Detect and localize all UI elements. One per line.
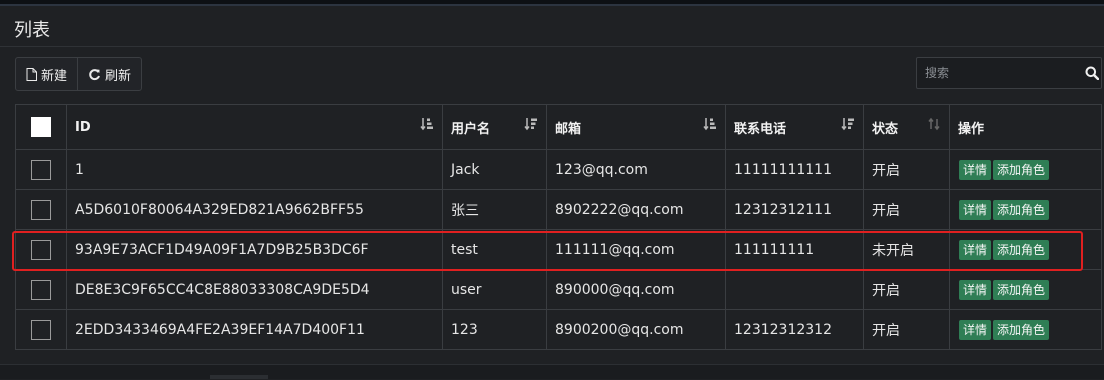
search-input[interactable] — [917, 59, 1083, 87]
select-all-checkbox[interactable] — [31, 117, 51, 137]
cell-email: 890000@qq.com — [546, 269, 726, 310]
toolbar: 新建 刷新 — [15, 57, 143, 91]
column-header-username[interactable]: 用户名 — [442, 104, 547, 150]
detail-button[interactable]: 详情 — [959, 279, 992, 300]
cell-actions: 详情 添加角色 — [949, 309, 1102, 350]
sort-icon[interactable] — [927, 117, 941, 135]
cell-status: 开启 — [863, 309, 950, 350]
new-button[interactable]: 新建 — [16, 58, 77, 90]
cell-email: 8902222@qq.com — [546, 189, 726, 230]
add-role-button[interactable]: 添加角色 — [993, 199, 1050, 220]
cell-email: 111111@qq.com — [546, 229, 726, 270]
sort-icon[interactable] — [841, 117, 855, 135]
column-header-actions: 操作 — [949, 104, 1102, 150]
select-all-cell — [15, 104, 67, 150]
cell-status: 未开启 — [863, 229, 950, 270]
column-header-email[interactable]: 邮箱 — [546, 104, 726, 150]
detail-button[interactable]: 详情 — [959, 159, 992, 180]
scrollbar-thumb[interactable] — [210, 375, 268, 379]
table-row[interactable]: DE8E3C9F65CC4C8E88033308CA9DE5D4 user 8900… — [15, 269, 1102, 310]
cell-id: DE8E3C9F65CC4C8E88033308CA9DE5D4 — [66, 269, 443, 310]
cell-phone: 111111111 — [725, 229, 864, 270]
refresh-icon — [88, 68, 101, 81]
cell-phone: 11111111111 — [725, 149, 864, 190]
add-role-button[interactable]: 添加角色 — [993, 319, 1050, 340]
cell-status: 开启 — [863, 269, 950, 310]
cell-phone: 12312312312 — [725, 309, 864, 350]
row-checkbox[interactable] — [31, 239, 51, 260]
detail-button[interactable]: 详情 — [959, 239, 992, 260]
cell-email: 8900200@qq.com — [546, 309, 726, 350]
table-row[interactable]: 2EDD3433469A4FE2A39EF14A7D400F11 123 89002… — [15, 309, 1102, 350]
add-role-button[interactable]: 添加角色 — [993, 239, 1050, 260]
cell-username: user — [442, 269, 547, 310]
row-select-cell — [15, 149, 67, 190]
sort-icon[interactable] — [524, 117, 538, 135]
search-icon[interactable] — [1083, 66, 1101, 80]
bottom-bar — [0, 364, 1104, 379]
cell-username: 张三 — [442, 189, 547, 230]
cell-actions: 详情 添加角色 — [949, 269, 1102, 310]
cell-status: 开启 — [863, 149, 950, 190]
add-role-button[interactable]: 添加角色 — [993, 159, 1050, 180]
sort-icon[interactable] — [703, 117, 717, 135]
panel-title: 列表 — [14, 20, 50, 41]
row-checkbox[interactable] — [31, 199, 51, 220]
row-select-cell — [15, 309, 67, 350]
search-box — [916, 57, 1102, 89]
cell-id: A5D6010F80064A329ED821A9662BFF55 — [66, 189, 443, 230]
title-divider — [0, 46, 1104, 47]
add-role-button[interactable]: 添加角色 — [993, 279, 1050, 300]
cell-actions: 详情 添加角色 — [949, 229, 1102, 270]
table-header-row: ID 用户名 邮箱 联系电话 状态 操作 — [15, 104, 1102, 150]
detail-button[interactable]: 详情 — [959, 319, 992, 340]
cell-actions: 详情 添加角色 — [949, 189, 1102, 230]
cell-status: 开启 — [863, 189, 950, 230]
cell-id: 1 — [66, 149, 443, 190]
column-header-status[interactable]: 状态 — [863, 104, 950, 150]
file-icon — [26, 67, 37, 81]
row-select-cell — [15, 229, 67, 270]
table-row[interactable]: A5D6010F80064A329ED821A9662BFF55 张三 890222… — [15, 189, 1102, 230]
row-select-cell — [15, 269, 67, 310]
cell-phone: 12312312111 — [725, 189, 864, 230]
refresh-button[interactable]: 刷新 — [77, 58, 141, 90]
users-table: ID 用户名 邮箱 联系电话 状态 操作 1 Jack 123@qq.com 1111… — [15, 104, 1102, 350]
cell-username: test — [442, 229, 547, 270]
detail-button[interactable]: 详情 — [959, 199, 992, 220]
cell-email: 123@qq.com — [546, 149, 726, 190]
cell-id: 2EDD3433469A4FE2A39EF14A7D400F11 — [66, 309, 443, 350]
cell-username: Jack — [442, 149, 547, 190]
cell-username: 123 — [442, 309, 547, 350]
sort-icon[interactable] — [420, 117, 434, 135]
refresh-button-label: 刷新 — [105, 68, 132, 84]
row-checkbox[interactable] — [31, 319, 51, 340]
cell-actions: 详情 添加角色 — [949, 149, 1102, 190]
column-header-id[interactable]: ID — [66, 104, 443, 150]
row-checkbox[interactable] — [31, 159, 51, 180]
row-checkbox[interactable] — [31, 279, 51, 300]
row-select-cell — [15, 189, 67, 230]
new-button-label: 新建 — [41, 68, 68, 84]
table-row[interactable]: 1 Jack 123@qq.com 11111111111 开启 详情 添加角色 — [15, 149, 1102, 190]
column-header-phone[interactable]: 联系电话 — [725, 104, 864, 150]
table-row[interactable]: 93A9E73ACF1D49A09F1A7D9B25B3DC6F test 1111… — [15, 229, 1102, 270]
cell-id: 93A9E73ACF1D49A09F1A7D9B25B3DC6F — [66, 229, 443, 270]
cell-phone — [725, 269, 864, 310]
